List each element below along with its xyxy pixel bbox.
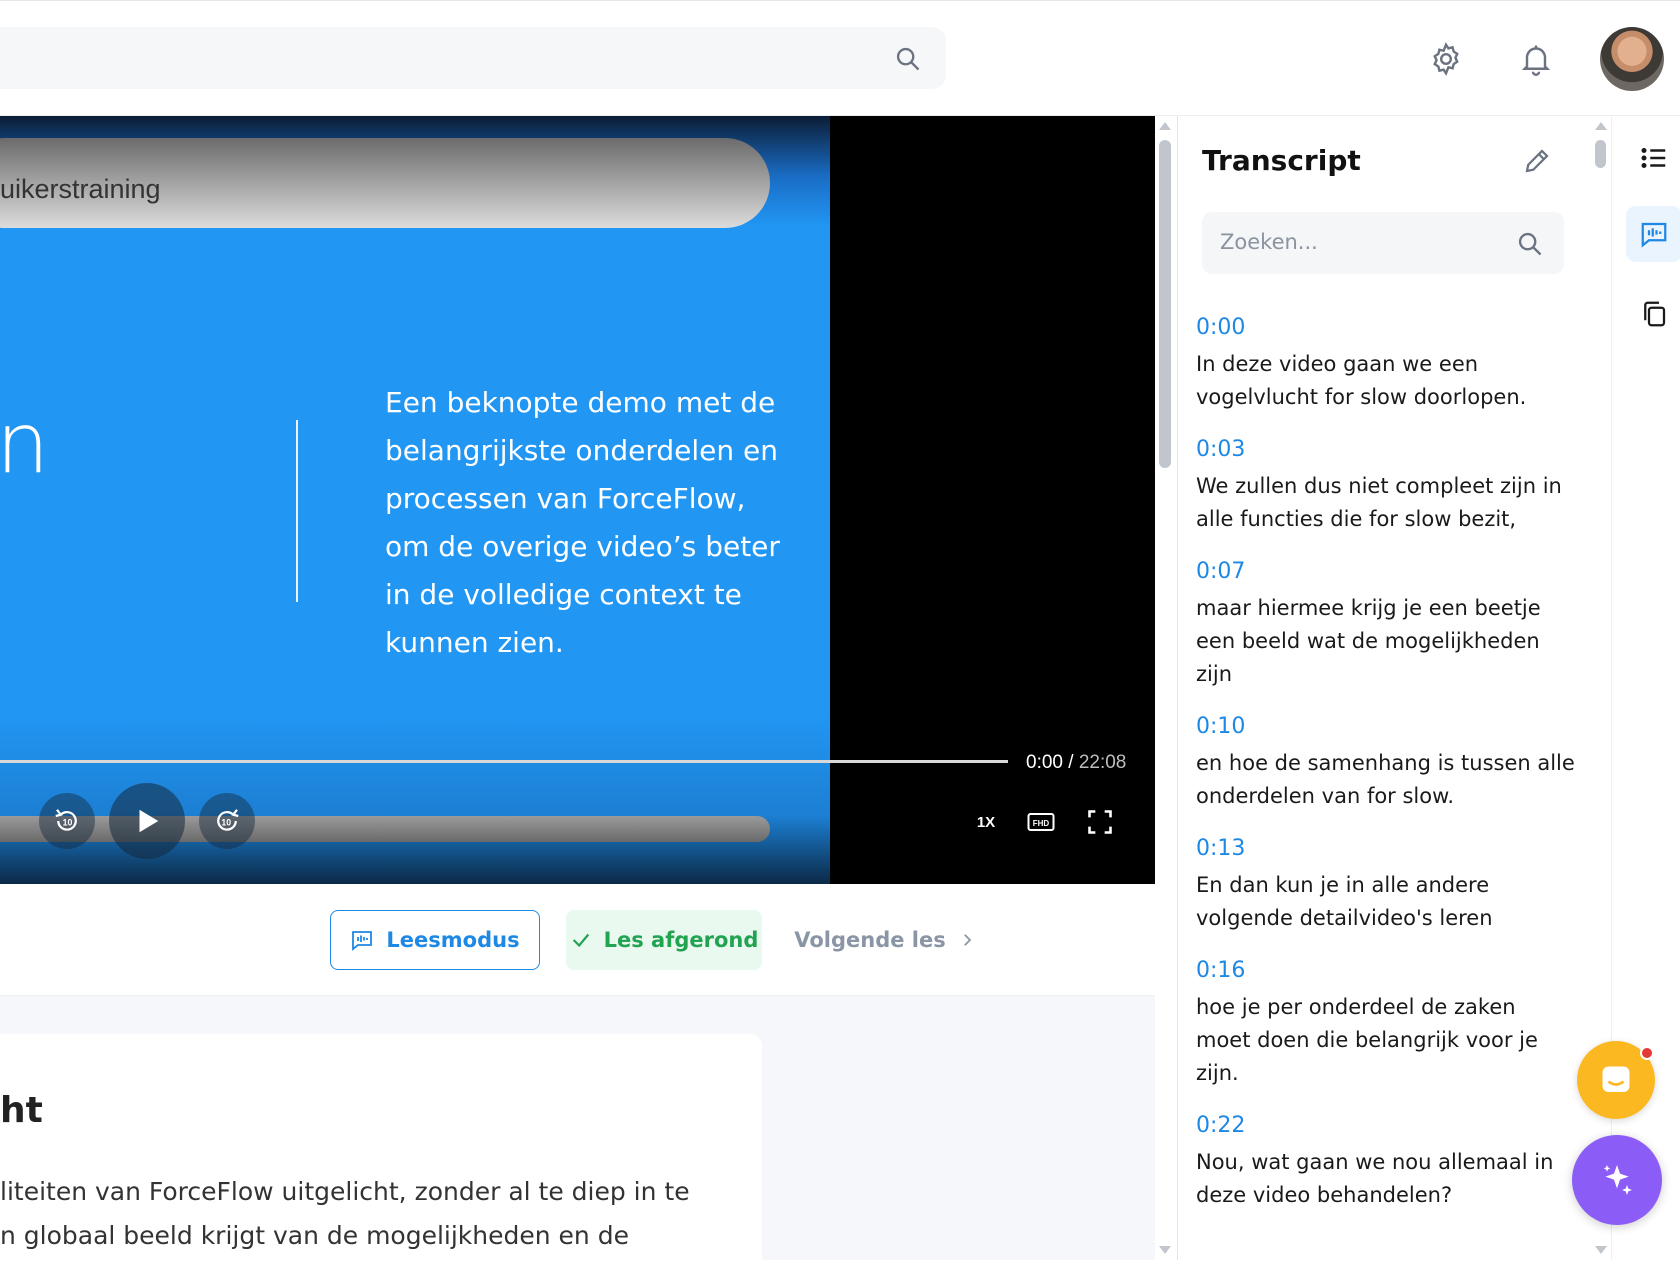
lesson-actions: Leesmodus Les afgerond Volgende les xyxy=(0,884,1155,996)
transcript-timestamp[interactable]: 0:13 xyxy=(1196,833,1576,869)
current-time: 0:00 xyxy=(1026,752,1063,773)
transcript-panel: Transcript 0:00 In deze video gaan we een… xyxy=(1177,116,1591,1260)
ai-assistant-button[interactable] xyxy=(1572,1135,1662,1225)
search-icon[interactable] xyxy=(894,45,922,73)
transcript-entry[interactable]: 0:07 maar hiermee krijg je een beetje een… xyxy=(1196,556,1576,691)
transcript-text: In deze video gaan we een vogelvlucht fo… xyxy=(1196,352,1527,409)
slide-header-pill: uikerstraining xyxy=(0,138,770,228)
transcript-entry[interactable]: 0:13 En dan kun je in alle andere volgend… xyxy=(1196,833,1576,935)
video-time: 0:00 / 22:08 xyxy=(1026,752,1126,774)
transcript-text: Nou, wat gaan we nou allemaal in deze vi… xyxy=(1196,1150,1554,1207)
duration: 22:08 xyxy=(1078,752,1127,773)
list-icon xyxy=(1641,148,1666,168)
lesson-description-card: ht liteiten van ForceFlow uitgelicht, zo… xyxy=(0,1034,762,1274)
notes-button[interactable] xyxy=(1626,286,1680,342)
transcript-entry[interactable]: 0:10 en hoe de samenhang is tussen alle o… xyxy=(1196,711,1576,813)
quality-label: FHD xyxy=(1033,819,1050,828)
transcript-title: Transcript xyxy=(1202,144,1361,177)
playback-speed-button[interactable]: 1X xyxy=(971,809,1001,835)
transcript-timestamp[interactable]: 0:22 xyxy=(1196,1110,1576,1146)
read-mode-label: Leesmodus xyxy=(386,928,520,952)
check-icon xyxy=(572,933,589,948)
read-mode-button[interactable]: Leesmodus xyxy=(330,910,540,970)
slide-divider xyxy=(296,420,298,602)
transcript-search[interactable] xyxy=(1202,212,1564,274)
next-lesson-label: Volgende les xyxy=(794,928,946,952)
svg-text:10: 10 xyxy=(63,817,73,827)
lesson-complete-button[interactable]: Les afgerond xyxy=(566,910,762,970)
chat-icon xyxy=(1602,1066,1630,1092)
svg-text:10: 10 xyxy=(221,817,231,827)
video-progress-bar[interactable] xyxy=(0,760,1008,763)
lesson-complete-label: Les afgerond xyxy=(603,928,759,952)
transcript-text: En dan kun je in alle andere volgende de… xyxy=(1196,873,1493,930)
next-lesson-button[interactable]: Volgende les xyxy=(790,910,980,970)
forward-10-button[interactable]: 10 xyxy=(199,793,255,849)
transcript-search-input[interactable] xyxy=(1220,230,1500,254)
main-scroll-thumb[interactable] xyxy=(1159,140,1171,468)
time-separator: / xyxy=(1068,752,1074,773)
notes-icon xyxy=(1644,301,1666,327)
sparkle-icon xyxy=(1603,1165,1632,1195)
play-icon xyxy=(139,809,159,833)
transcript-entry[interactable]: 0:03 We zullen dus niet compleet zijn in … xyxy=(1196,434,1576,536)
lesson-list-button[interactable] xyxy=(1626,130,1680,186)
transcript-text: hoe je per onderdeel de zaken moet doen … xyxy=(1196,995,1538,1085)
forward-10-icon: 10 xyxy=(217,809,239,831)
video-player[interactable]: uikerstraining n Een beknopte demo met d… xyxy=(0,116,1155,884)
main-scrollbar[interactable] xyxy=(1155,116,1177,1260)
fhd-icon: FHD xyxy=(1027,813,1055,831)
notification-dot xyxy=(1640,1046,1654,1060)
transcript-timestamp[interactable]: 0:10 xyxy=(1196,711,1576,747)
global-search-bar[interactable] xyxy=(0,27,946,89)
transcript-entry[interactable]: 0:16 hoe je per onderdeel de zaken moet d… xyxy=(1196,955,1576,1090)
scroll-down-arrow[interactable] xyxy=(1595,1246,1607,1254)
transcript-entry[interactable]: 0:22 Nou, wat gaan we nou allemaal in dez… xyxy=(1196,1110,1576,1212)
play-button[interactable] xyxy=(109,783,185,859)
rewind-10-button[interactable]: 10 xyxy=(39,793,95,849)
slide-title-fragment: n xyxy=(0,394,50,492)
transcript-text: maar hiermee krijg je een beetje een bee… xyxy=(1196,596,1541,686)
card-body: liteiten van ForceFlow uitgelicht, zonde… xyxy=(0,1177,690,1250)
fullscreen-icon xyxy=(1088,810,1112,834)
transcript-icon xyxy=(352,931,373,951)
card-title: ht xyxy=(0,1090,43,1131)
slide-description: Een beknopte demo met de belangrijkste o… xyxy=(385,386,780,659)
transcript-icon xyxy=(1641,222,1667,248)
gear-icon[interactable] xyxy=(1428,41,1464,77)
transcript-timestamp[interactable]: 0:00 xyxy=(1196,312,1576,348)
fullscreen-button[interactable] xyxy=(1085,809,1115,835)
transcript-scroll-thumb[interactable] xyxy=(1595,140,1606,168)
transcript-timestamp[interactable]: 0:07 xyxy=(1196,556,1576,592)
transcript-timestamp[interactable]: 0:16 xyxy=(1196,955,1576,991)
transcript-text: We zullen dus niet compleet zijn in alle… xyxy=(1196,474,1562,531)
transcript-entry[interactable]: 0:00 In deze video gaan we een vogelvluch… xyxy=(1196,312,1576,414)
slide-header-text: uikerstraining xyxy=(0,174,161,204)
scroll-up-arrow[interactable] xyxy=(1595,122,1607,130)
transcript-timestamp[interactable]: 0:03 xyxy=(1196,434,1576,470)
transcript-tab-button[interactable] xyxy=(1626,206,1680,262)
video-slide: uikerstraining n Een beknopte demo met d… xyxy=(0,116,830,884)
scroll-down-arrow[interactable] xyxy=(1159,1246,1171,1254)
search-icon[interactable] xyxy=(1516,230,1544,258)
bell-icon[interactable] xyxy=(1518,41,1554,77)
pencil-icon[interactable] xyxy=(1522,146,1552,176)
transcript-text: en hoe de samenhang is tussen alle onder… xyxy=(1196,751,1575,808)
scroll-up-arrow[interactable] xyxy=(1159,122,1171,130)
chevron-right-icon xyxy=(963,934,972,946)
transcript-entries: 0:00 In deze video gaan we een vogelvluch… xyxy=(1196,312,1576,1232)
rewind-10-icon: 10 xyxy=(55,809,77,831)
top-bar xyxy=(0,0,1680,116)
quality-button[interactable]: FHD xyxy=(1026,809,1056,835)
user-avatar[interactable] xyxy=(1600,27,1664,91)
